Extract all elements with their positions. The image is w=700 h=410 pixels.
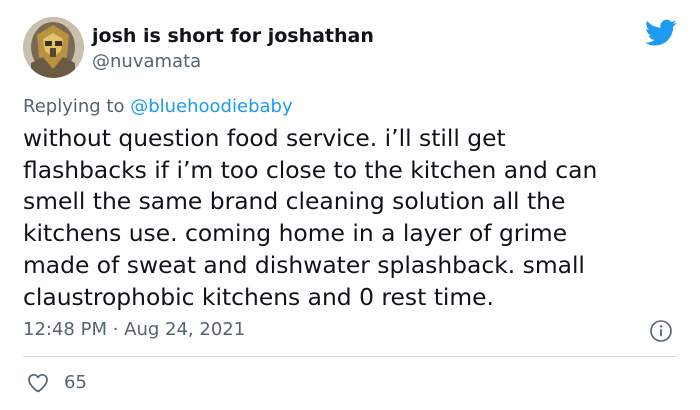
tweet-text-line: flashbacks if i’m too close to the kitch…: [23, 155, 598, 184]
divider: [23, 356, 677, 357]
tweet-card: josh is short for joshathan @nuvamata Re…: [0, 0, 700, 410]
like-count: 65: [64, 372, 87, 393]
tweet-text-line: without question food service. i’ll stil…: [23, 124, 506, 152]
robot-mask-avatar-icon: [23, 17, 84, 78]
info-icon[interactable]: [649, 319, 673, 343]
author-display-name[interactable]: josh is short for joshathan: [92, 24, 374, 48]
tweet-timestamp[interactable]: 12:48 PM · Aug 24, 2021: [23, 318, 245, 342]
avatar[interactable]: [23, 17, 84, 78]
tweet-text-line: made of sweat and dishwater splashback. …: [23, 250, 585, 279]
heart-icon[interactable]: [26, 371, 50, 395]
author-handle[interactable]: @nuvamata: [92, 50, 201, 74]
replying-to: Replying to @bluehoodiebaby: [23, 95, 293, 119]
twitter-bird-icon[interactable]: [645, 19, 677, 47]
reply-mention-link[interactable]: @bluehoodiebaby: [130, 96, 292, 117]
replying-prefix: Replying to: [23, 96, 125, 117]
tweet-text-line: claustrophobic kitchens and 0 rest time.: [23, 282, 494, 311]
tweet-text: without question food service. i’ll stil…: [23, 123, 683, 313]
tweet-text-line: smell the same brand cleaning solution a…: [23, 187, 566, 216]
tweet-text-line: kitchens use. coming home in a layer of …: [23, 219, 568, 248]
like-action[interactable]: 65: [26, 370, 87, 396]
